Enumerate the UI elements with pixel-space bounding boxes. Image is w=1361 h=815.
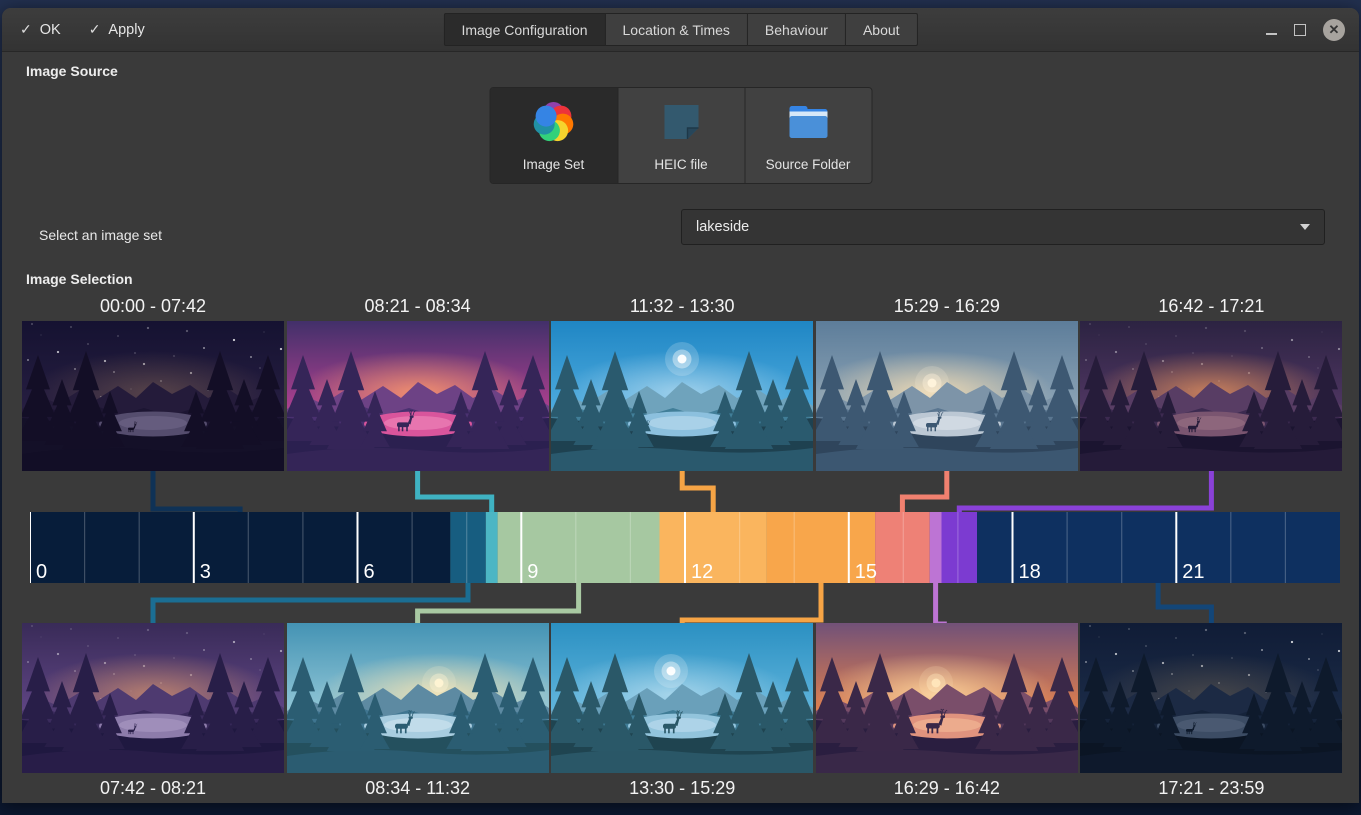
image-time-range-label: 00:00 - 07:42 — [22, 296, 284, 317]
tab-bar: Image ConfigurationLocation & TimesBehav… — [443, 13, 917, 46]
image-time-range-label: 13:30 - 15:29 — [551, 778, 813, 799]
titlebar-actions: ✓ OK ✓ Apply — [20, 8, 145, 51]
svg-text:21: 21 — [1182, 561, 1204, 583]
wallpaper-thumbnail[interactable] — [287, 321, 549, 471]
maximize-icon[interactable] — [1294, 24, 1306, 36]
wallpaper-thumbnail[interactable] — [22, 623, 284, 773]
check-icon: ✓ — [89, 21, 101, 38]
image-set-icon — [530, 96, 578, 148]
app-window: ✓ OK ✓ Apply Image ConfigurationLocation… — [2, 8, 1359, 803]
svg-text:15: 15 — [855, 561, 877, 583]
ok-button-label: OK — [40, 22, 61, 38]
source-type-group: Image Set HEIC file Source Folder — [489, 87, 872, 184]
wallpaper-thumbnail[interactable] — [1080, 623, 1342, 773]
image-set-dropdown-value: lakeside — [696, 219, 1300, 235]
svg-text:18: 18 — [1019, 561, 1041, 583]
heic-file-icon — [657, 96, 705, 148]
wallpaper-thumbnail[interactable] — [287, 623, 549, 773]
source-type-image-set[interactable]: Image Set — [490, 88, 617, 183]
image-time-range-label: 08:21 - 08:34 — [287, 296, 549, 317]
wallpaper-thumbnail[interactable] — [1080, 321, 1342, 471]
window-controls: ✕ — [1266, 8, 1345, 51]
minimize-icon[interactable] — [1266, 33, 1277, 35]
wallpaper-thumbnail[interactable] — [816, 321, 1078, 471]
tab-location-times[interactable]: Location & Times — [606, 13, 748, 46]
image-time-range-label: 11:32 - 13:30 — [551, 296, 813, 317]
tab-about[interactable]: About — [846, 13, 918, 46]
svg-text:6: 6 — [364, 561, 375, 583]
image-time-range-label: 17:21 - 23:59 — [1080, 778, 1342, 799]
image-time-range-label: 07:42 - 08:21 — [22, 778, 284, 799]
image-selection-heading: Image Selection — [26, 271, 133, 287]
image-time-range-label: 08:34 - 11:32 — [287, 778, 549, 799]
close-icon[interactable]: ✕ — [1323, 19, 1345, 41]
tab-image-configuration[interactable]: Image Configuration — [443, 13, 605, 46]
source-type-heic-file[interactable]: HEIC file — [617, 88, 744, 183]
svg-text:3: 3 — [200, 561, 211, 583]
image-time-range-label: 16:42 - 17:21 — [1080, 296, 1342, 317]
source-type-label: HEIC file — [654, 157, 707, 172]
svg-text:12: 12 — [691, 561, 713, 583]
wallpaper-thumbnail[interactable] — [551, 321, 813, 471]
apply-button-label: Apply — [108, 22, 144, 38]
apply-button[interactable]: ✓ Apply — [89, 21, 145, 38]
wallpaper-thumbnail[interactable] — [816, 623, 1078, 773]
image-time-range-label: 16:29 - 16:42 — [816, 778, 1078, 799]
svg-text:9: 9 — [527, 561, 538, 583]
wallpaper-thumbnail[interactable] — [551, 623, 813, 773]
image-set-dropdown[interactable]: lakeside — [681, 209, 1325, 245]
source-folder-icon — [784, 96, 832, 148]
image-source-heading: Image Source — [26, 63, 118, 79]
source-type-label: Source Folder — [766, 157, 851, 172]
titlebar: ✓ OK ✓ Apply Image ConfigurationLocation… — [2, 8, 1359, 52]
svg-text:0: 0 — [36, 561, 47, 583]
source-type-label: Image Set — [523, 157, 585, 172]
timeline: 0 3 6 9 12 15 18 21 — [30, 512, 1340, 583]
source-type-source-folder[interactable]: Source Folder — [744, 88, 871, 183]
ok-button[interactable]: ✓ OK — [20, 21, 61, 38]
check-icon: ✓ — [20, 21, 32, 38]
image-time-range-label: 15:29 - 16:29 — [816, 296, 1078, 317]
select-image-set-label: Select an image set — [39, 227, 162, 243]
wallpaper-thumbnail[interactable] — [22, 321, 284, 471]
chevron-down-icon — [1300, 224, 1310, 230]
tab-behaviour[interactable]: Behaviour — [748, 13, 846, 46]
